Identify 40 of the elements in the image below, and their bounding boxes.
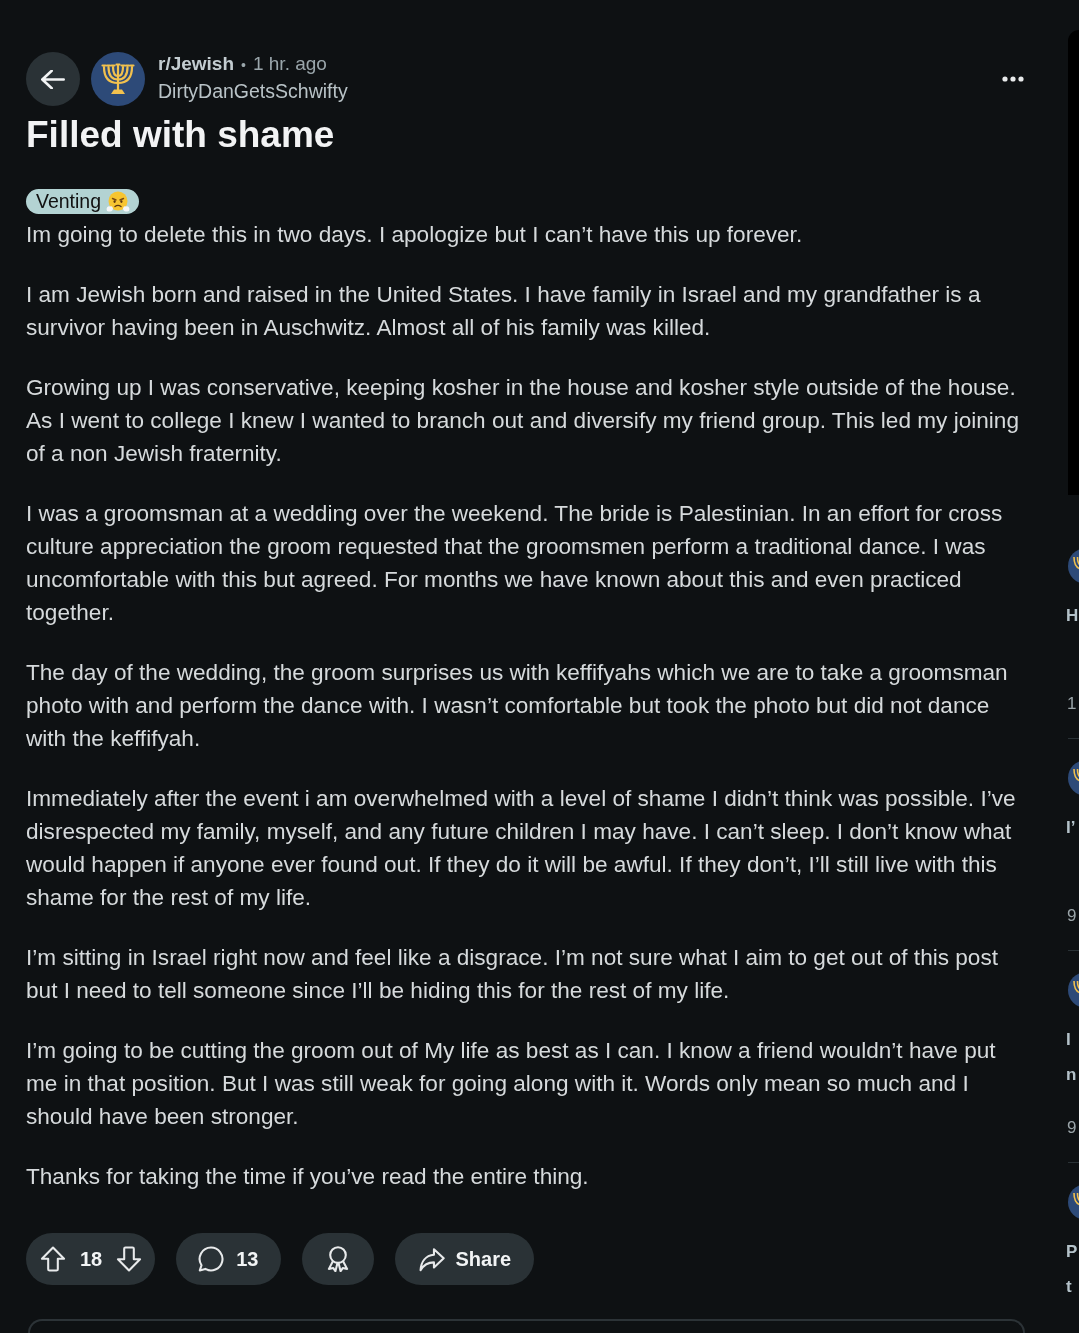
subreddit-link[interactable]: r/Jewish (158, 50, 235, 77)
post-paragraph: The day of the wedding, the groom surprises us with keffifyahs which we are to take a groomsman photo with and perform the dance with. I wasn’t comfortable but took the photo but did not dance with the keffifyah. (26, 659, 1009, 753)
post-paragraph: Im going to delete this in two days. I apologize but I can’t have this up forever. (26, 221, 804, 249)
more-options-icon[interactable] (1002, 76, 1024, 82)
post-paragraph: Growing up I was conservative, keeping kosher in the house and kosher style outside of the house. As I went to college I knew I wanted to branch out and diversify my friend group. This led my joining of a non Jewish fraternity. (26, 374, 1020, 468)
post-meta: 9 (1067, 905, 1078, 927)
menorah-avatar-icon[interactable] (1068, 760, 1079, 796)
post-paragraph: I was a groomsman at a wedding over the weekend. The bride is Palestinian. In an effort for cross culture appreciation the groom requested that the groomsmen perform a traditional dance. I was uncomfortable with this but agreed. For months we have known about this and even practiced together. (26, 500, 1004, 627)
separator-dot: • (241, 55, 246, 75)
menorah-avatar-icon[interactable] (1068, 1184, 1079, 1220)
menorah-avatar-icon[interactable] (91, 52, 145, 106)
share-arrow-icon (418, 1246, 445, 1272)
post-title: Filled with shame (26, 115, 335, 155)
post-paragraph: I’m going to be cutting the groom out of My life as best as I can. I know a friend wouldn’t have put me in that position. But I was still weak for going along with it. Words only mean so much and I should have been stronger. (26, 1037, 997, 1131)
post-meta: 9 (1067, 1117, 1078, 1139)
post-paragraph: I am Jewish born and raised in the United States. I have family in Israel and my grandfather is a survivor having been in Auschwitz. Almost all of his family was killed. (26, 281, 982, 342)
back-button[interactable] (26, 52, 80, 106)
comment-field[interactable] (28, 1319, 1025, 1333)
post-title[interactable]: I n (1066, 1022, 1079, 1092)
post-meta: 1 (1067, 693, 1078, 715)
post-title[interactable]: I’ (1066, 810, 1079, 880)
menorah-avatar-icon[interactable] (1068, 548, 1079, 584)
post-paragraph: Thanks for taking the time if you’ve read the entire thing. (26, 1163, 590, 1191)
post-paragraph: Immediately after the event i am overwhelmed with a level of shame I didn’t think was possible. I’ve disrespected my family, myself, and any future children I may have. I can’t sleep. I don’t know what would happen if anyone ever found out. If they do it will be awful. If they don’t, I’ll still live with this shame for the rest of my life. (26, 785, 1017, 912)
share-button[interactable]: Share (394, 1233, 535, 1285)
award-button[interactable] (301, 1233, 374, 1285)
downvote-arrow-icon[interactable] (116, 1246, 143, 1272)
comments-button[interactable]: 13 (176, 1233, 281, 1285)
menorah-avatar-icon[interactable] (1068, 972, 1079, 1008)
flair-label: Venting (36, 189, 102, 214)
post-time: 1 hr. ago (252, 51, 327, 76)
post-paragraph: I’m sitting in Israel right now and feel like a disgrace. I’m not sure what I aim to get out of this post but I need to tell someone since I’ll be hiding this for the rest of my life. (26, 944, 999, 1005)
steaming-face-icon (106, 190, 131, 213)
post-title[interactable]: H (1066, 598, 1079, 668)
left-arrow-icon (41, 69, 65, 89)
speech-bubble-icon (198, 1246, 225, 1272)
author-link[interactable]: DirtyDanGetsSchwifty (158, 77, 348, 104)
upvote-arrow-icon[interactable] (40, 1246, 66, 1272)
post-title[interactable]: P t (1066, 1234, 1079, 1304)
vote-count: 18 (80, 1247, 103, 1271)
